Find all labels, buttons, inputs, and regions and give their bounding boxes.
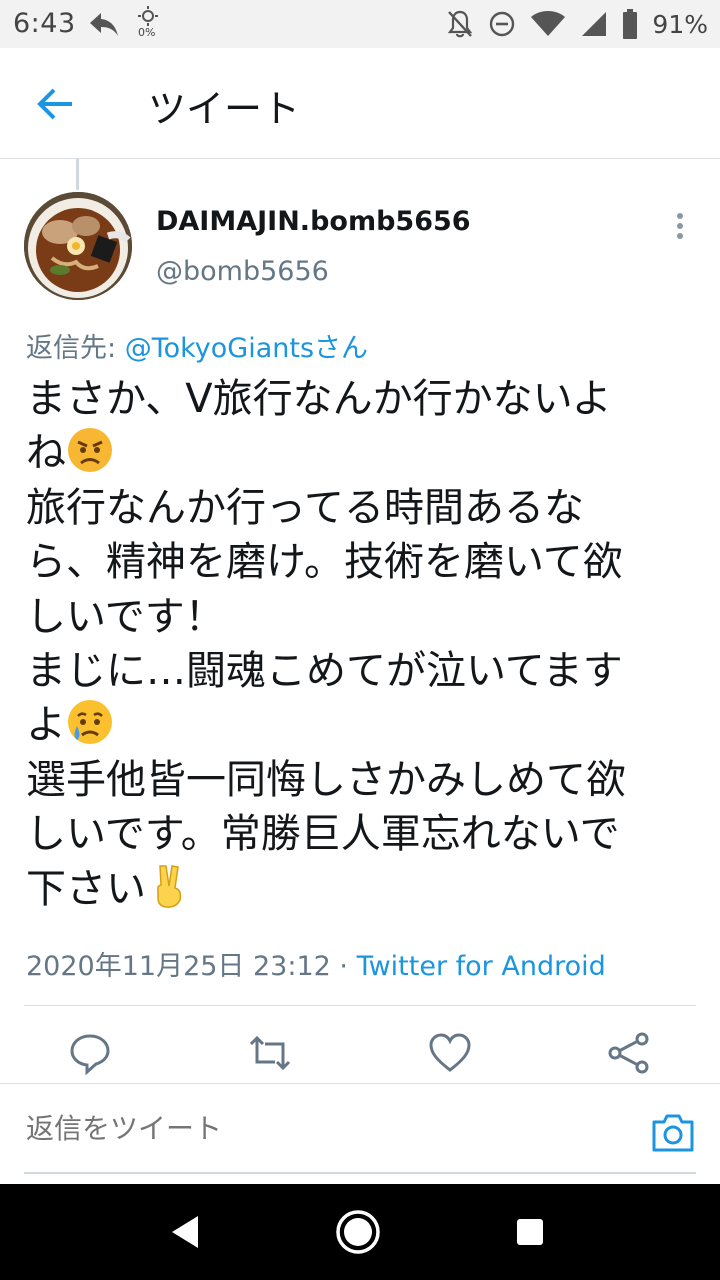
reply-icon[interactable] (67, 1030, 113, 1076)
display-name[interactable]: DAIMAJIN.bomb5656 (156, 206, 471, 237)
reply-input[interactable] (26, 1112, 586, 1145)
reply-arrow-icon (90, 13, 118, 36)
brightness-icon: 0% (136, 6, 160, 42)
do-not-disturb-icon (490, 11, 515, 37)
wifi-icon (531, 11, 566, 36)
tweet-line: まじに…闘魂こめてが泣いてます (26, 648, 623, 695)
page-title: ツイート (148, 87, 301, 131)
retweet-icon[interactable] (247, 1030, 293, 1076)
battery-percent: 91% (652, 9, 708, 39)
avatar[interactable] (24, 192, 132, 300)
signal-icon (582, 12, 607, 36)
more-options-icon[interactable] (668, 210, 692, 242)
tweet-line: まさか、V旅行なんか行かないよ (26, 376, 612, 422)
nav-recents-icon[interactable] (506, 1208, 554, 1256)
tweet-source-link[interactable]: Twitter for Android (357, 951, 606, 982)
angry-face-emoji (68, 428, 112, 473)
arrow-left-icon[interactable] (34, 82, 78, 126)
tweet-meta: 2020年11月25日 23:12 · Twitter for Android (26, 944, 606, 983)
reply-to-prefix: 返信先: (26, 333, 125, 364)
like-icon[interactable] (427, 1030, 473, 1076)
tweet-line: しいです！ (26, 593, 225, 640)
status-bar: 6:43 0% 91% (0, 0, 720, 48)
sad-relieved-face-emoji (68, 700, 112, 745)
app-bar: ツイート (0, 48, 720, 159)
nav-home-icon[interactable] (334, 1208, 382, 1256)
system-nav-bar (0, 1184, 720, 1280)
reply-to: 返信先: @TokyoGiantsさん (26, 326, 368, 365)
tweet-line: ら、精神を磨け。技術を磨いて欲 (26, 539, 623, 586)
thread-connector (76, 158, 79, 190)
tweet-line: しいです。常勝巨人軍忘れないで (26, 811, 620, 858)
tweet-line: 選手他皆一同悔しさかみしめて欲 (26, 756, 626, 803)
divider (24, 1005, 696, 1006)
user-handle[interactable]: @bomb5656 (156, 256, 329, 287)
reply-mention-link[interactable]: @TokyoGiantsさん (125, 333, 368, 364)
reply-composer (0, 1084, 720, 1184)
tweet-line: ね (26, 430, 66, 477)
silent-icon (448, 10, 473, 38)
victory-hand-emoji (157, 864, 182, 908)
nav-back-icon[interactable] (162, 1208, 210, 1256)
tweet-actions (0, 1030, 720, 1080)
camera-icon[interactable] (650, 1112, 696, 1154)
share-icon[interactable] (606, 1030, 652, 1076)
composer-underline (24, 1172, 696, 1174)
tweet-timestamp: 2020年11月25日 23:12 · (26, 951, 357, 982)
brightness-percent: 0% (138, 26, 156, 39)
tweet-line: 旅行なんか行ってる時間あるな (26, 484, 584, 531)
battery-icon (623, 9, 638, 39)
status-time: 6:43 (13, 8, 76, 39)
tweet-line: よ (26, 702, 66, 749)
tweet-line: 下さい (26, 865, 146, 912)
tweet-text: まさか、V旅行なんか行かないよ ね 旅行なんか行ってる時間あるな ら、精神を磨け… (26, 372, 702, 916)
